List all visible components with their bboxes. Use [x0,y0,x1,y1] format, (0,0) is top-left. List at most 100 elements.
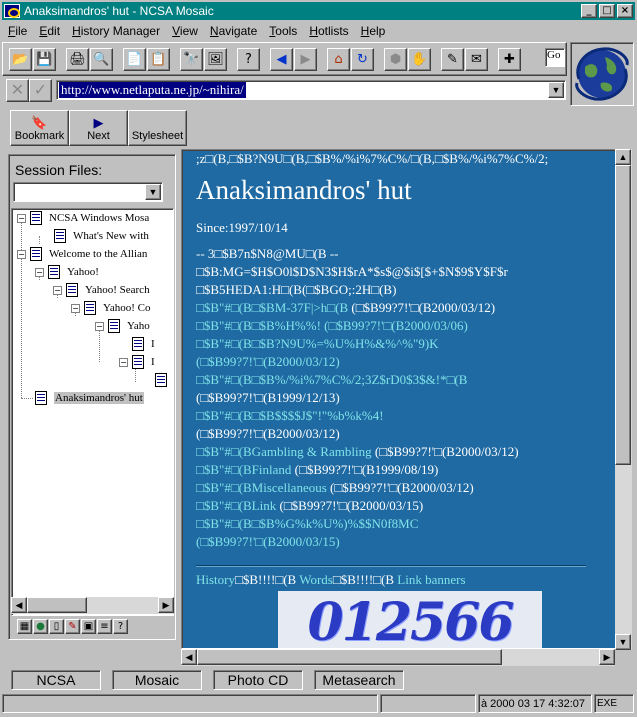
entry-row: □$B"#□(B□$B%G%k%U%)%$$N0f8MC [196,516,418,532]
mail-icon[interactable]: ✉ [465,47,488,71]
tree-item-deep-3[interactable] [155,371,173,389]
link-banners-link[interactable]: Link banners [397,572,465,587]
collapse-icon[interactable]: − [35,267,44,277]
vertical-scroll-thumb[interactable] [615,165,631,465]
scroll-right-icon[interactable]: ▶ [158,597,174,613]
find-icon[interactable]: 🔭 [180,47,203,71]
help-question-icon[interactable]: ? [237,47,260,71]
scroll-left-icon[interactable]: ◀ [11,597,27,613]
horizontal-scroll-thumb[interactable] [197,649,502,665]
entry-link[interactable]: □$B"#□(B□$BM-37F|>h□(B [196,300,348,315]
entry-link[interactable]: □$B"#□(B□$B%/%i%7%C%/2;3Z$rD0$3$&!*□(B [196,372,467,387]
history-link[interactable]: History [196,572,235,587]
tree-item-deep-2[interactable]: − I [119,353,155,371]
save-disk-icon[interactable]: 💾 [33,47,56,71]
tree-item-yaho[interactable]: − Yaho [95,317,150,335]
scroll-left-icon[interactable]: ◀ [181,649,197,665]
url-dropdown-arrow-icon[interactable]: ▼ [548,82,564,98]
collapse-icon[interactable]: − [95,321,104,331]
cancel-x-icon[interactable]: ✕ [6,78,29,102]
maximize-button[interactable]: □ [599,4,615,18]
menu-navigate[interactable]: Navigate [204,24,263,38]
scroll-thumb[interactable] [27,597,87,613]
mosaic-app-icon[interactable] [4,4,20,18]
collapse-icon[interactable]: − [119,357,128,367]
page-icon[interactable]: ▯ [49,619,64,634]
menu-file[interactable]: File [2,24,33,38]
content-horizontal-scrollbar[interactable]: ◀ ▶ [181,649,615,666]
tree-view-icon[interactable]: ▦ [17,619,32,634]
goto-field-stub[interactable]: Go [545,48,565,67]
edit-icon[interactable]: ✎ [65,619,80,634]
disk-icon[interactable]: ▣ [81,619,96,634]
tab-metasearch[interactable]: Metasearch [314,669,404,690]
menu-edit[interactable]: Edit [33,24,66,38]
add-hotlist-icon[interactable]: ✚ [498,47,521,71]
tree-item-anaksimandros-hut[interactable]: Anaksimandros' hut [35,389,144,407]
collapse-icon[interactable]: − [71,303,80,313]
back-arrow-icon[interactable]: ◀ [270,47,293,71]
forward-arrow-icon[interactable]: ▶ [294,47,317,71]
tree-item-yahoo-search[interactable]: − Yahoo! Search [53,281,150,299]
collapse-icon[interactable]: − [53,285,62,295]
menu-history-manager[interactable]: History Manager [66,24,166,38]
globe-icon[interactable]: ● [33,619,48,634]
tree-item-yahoo-co[interactable]: − Yahoo! Co [71,299,150,317]
minimize-button[interactable]: _ [581,4,597,18]
entry-link[interactable]: □$B"#□(BGambling & Rambling [196,444,372,459]
session-dropdown-arrow-icon[interactable]: ▼ [145,184,161,200]
entry-date: (□$B99?7!'□(B1999/12/13) [196,390,340,405]
home-icon[interactable]: ⌂ [327,47,350,71]
session-files-label: Session Files: [15,162,103,178]
entry-date: (□$B99?7!'□(B2000/03/15) [196,534,340,549]
content-vertical-scrollbar[interactable]: ▲ ▼ [615,149,632,650]
menu-help[interactable]: Help [355,24,392,38]
tree-item-welcome-alliance[interactable]: − Welcome to the Allian [17,245,147,263]
accept-check-icon[interactable]: ✓ [29,78,52,102]
stylesheet-button[interactable]: Stylesheet [128,110,187,146]
entry-link[interactable]: □$B"#□(B□$B$$$$J$"!"%b%k%4! [196,408,384,423]
paste-icon[interactable]: 📋 [147,47,170,71]
words-link[interactable]: Words [299,572,333,587]
annotate-icon[interactable]: ✎ [441,47,464,71]
tab-photo-cd[interactable]: Photo CD [213,669,303,690]
entry-link[interactable]: □$B"#□(B□$B%H%%! (□$B99?7!'□(B2000/03/06… [196,318,468,333]
tree-item-whats-new[interactable]: What's New with [54,227,149,245]
menu-view[interactable]: View [166,24,204,38]
print-preview-icon[interactable]: 🔍 [90,47,113,71]
entry-link[interactable]: □$B"#□(B□$B?N9U%=%U%H%&%^%"9)K [196,336,439,351]
tree-item-yahoo[interactable]: − Yahoo! [35,263,99,281]
close-button[interactable]: × [617,4,633,18]
bookmark-button[interactable]: 🔖 Bookmark [10,110,69,146]
notes-icon[interactable]: ≡ [97,619,112,634]
help-icon[interactable]: ? [113,619,128,634]
scroll-down-icon[interactable]: ▼ [615,634,631,650]
open-folder-icon[interactable]: 📂 [9,47,32,71]
tree-horizontal-scrollbar[interactable]: ◀ ▶ [11,597,174,614]
url-input[interactable]: http://www.netlaputa.ne.jp/~nihira/ ▼ [56,80,566,100]
entry-link[interactable]: □$B"#□(BMiscellaneous [196,480,327,495]
menu-hotlists[interactable]: Hotlists [303,24,354,38]
entry-link[interactable]: □$B"#□(B□$B%G%k%U%)%$$N0f8MC [196,516,418,531]
collapse-icon[interactable]: − [17,249,26,259]
stop-icon[interactable]: ⬢ [384,47,407,71]
copy-icon[interactable]: 📄 [123,47,146,71]
entry-link[interactable]: □$B"#□(BLink [196,498,276,513]
scroll-right-icon[interactable]: ▶ [599,649,615,665]
print-icon[interactable]: 🖨 [66,47,89,71]
scroll-up-icon[interactable]: ▲ [615,149,631,165]
title-bar: Anaksimandros' hut - NCSA Mosaic _ □ × [2,2,635,20]
find-image-icon[interactable]: 🖼 [204,47,227,71]
session-select[interactable]: ▼ [13,182,163,202]
tree-item-deep-1[interactable]: I [132,335,155,353]
tree-item-ncsa-windows-mosaic[interactable]: − NCSA Windows Mosa [17,209,149,227]
entry-date: (□$B99?7!'□(B2000/03/12) [196,426,340,441]
hand-icon[interactable]: ✋ [408,47,431,71]
reload-icon[interactable]: ↻ [351,47,374,71]
menu-tools[interactable]: Tools [263,24,303,38]
entry-link[interactable]: □$B"#□(BFinland [196,462,291,477]
next-button[interactable]: ▶ Next [69,110,128,146]
collapse-icon[interactable]: − [17,213,26,223]
tab-mosaic[interactable]: Mosaic [112,669,202,690]
tab-ncsa[interactable]: NCSA [11,669,101,690]
